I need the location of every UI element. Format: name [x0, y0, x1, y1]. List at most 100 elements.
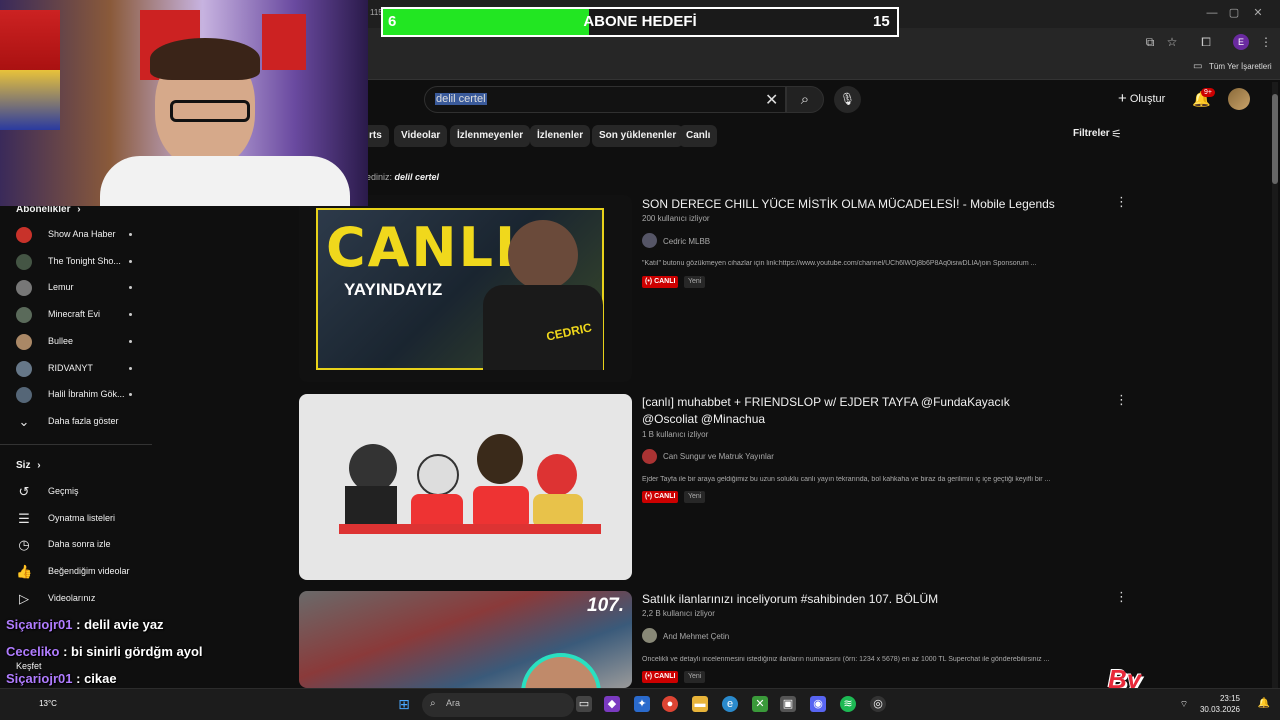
- history-icon: ↺: [18, 484, 30, 499]
- video-title-2[interactable]: [canlı] muhabbet + FRIENDSLOP w/ EJDER T…: [642, 394, 1062, 428]
- extensions-icon[interactable]: ⧠: [1198, 34, 1214, 50]
- playlist-icon: ☰: [18, 510, 30, 526]
- scrollbar-thumb[interactable]: [1272, 94, 1278, 184]
- account-avatar[interactable]: [1228, 88, 1250, 110]
- channel-avatar: [16, 307, 32, 324]
- windows-start-icon[interactable]: ⊞: [396, 696, 412, 712]
- sidebar-item-video[interactable]: ▷ Videolarınız: [16, 586, 156, 612]
- sidebar-item-clock[interactable]: ◷ Daha sonra izle: [16, 532, 156, 558]
- sidebar-subscription-item[interactable]: Lemur: [16, 275, 136, 301]
- sidebar-item-thumbs-up[interactable]: 👍 Beğendiğim videolar: [16, 559, 156, 585]
- voice-search-button[interactable]: 🎙: [834, 86, 861, 113]
- explore-heading[interactable]: Keşfet: [16, 661, 42, 671]
- channel-avatar-3[interactable]: [642, 628, 657, 643]
- chat-text: : bi sinirli gördğm ayol: [63, 644, 203, 659]
- new-content-dot: [129, 259, 132, 263]
- sidebar-subscription-item[interactable]: Show Ana Haber: [16, 222, 136, 248]
- spotify-icon[interactable]: ≋: [840, 696, 856, 712]
- channel-avatar-1[interactable]: [642, 233, 657, 248]
- menu-kebab-icon[interactable]: ⋮: [1258, 34, 1274, 50]
- clear-search-icon[interactable]: ✕: [765, 90, 778, 110]
- edge-icon[interactable]: e: [722, 696, 738, 712]
- chip-recently-uploaded[interactable]: Son yüklenenler: [592, 125, 684, 147]
- sidebar-subscription-item[interactable]: The Tonight Sho...: [16, 249, 136, 275]
- close-window-icon[interactable]: ✕: [1250, 6, 1266, 20]
- chrome-icon[interactable]: ●: [662, 696, 678, 712]
- app-icon[interactable]: ◆: [604, 696, 620, 712]
- chat-message: Ceceliko : bi sinirli gördğm ayol: [6, 644, 203, 659]
- star-icon[interactable]: ☆: [1164, 34, 1180, 50]
- goal-target-count: 15: [873, 13, 890, 30]
- sidebar-item-playlist[interactable]: ☰ Oynatma listeleri: [16, 506, 156, 532]
- chip-live[interactable]: Canlı: [679, 125, 718, 147]
- you-heading[interactable]: Siz ›: [16, 460, 41, 471]
- notifications-icon[interactable]: 🔔: [1256, 696, 1272, 712]
- sidebar-item-history[interactable]: ↺ Geçmiş: [16, 479, 156, 505]
- new-badge-1: Yeni: [684, 276, 706, 288]
- channel-avatar-2[interactable]: [642, 449, 657, 464]
- minimize-icon[interactable]: —: [1204, 6, 1220, 20]
- sidebar-subscription-item[interactable]: Bullee: [16, 329, 136, 355]
- search-input[interactable]: delil certel ✕: [424, 86, 786, 113]
- obs-icon[interactable]: ◎: [870, 696, 886, 712]
- xbox-icon[interactable]: ✕: [752, 696, 768, 712]
- channel-name-2[interactable]: Can Sungur ve Matruk Yayınlar: [663, 452, 774, 461]
- channel-avatar: [16, 333, 32, 350]
- clock-date[interactable]: 30.03.2026: [1188, 705, 1240, 714]
- video-more-icon[interactable]: ⋮: [1115, 589, 1128, 605]
- create-label: Oluştur: [1129, 93, 1166, 106]
- new-content-dot: [129, 313, 132, 317]
- clock-time[interactable]: 23:15: [1200, 694, 1240, 703]
- sidebar-subscription-item[interactable]: Halil İbrahim Gök...: [16, 382, 136, 408]
- video-title-3[interactable]: Satılık ilanlarınızı inceliyorum #sahibi…: [642, 591, 1062, 608]
- sidebar-subscription-item[interactable]: RIDVANYT: [16, 356, 136, 382]
- filters-sliders-icon[interactable]: ⚟: [1111, 127, 1122, 141]
- video-thumbnail-1[interactable]: CANLI YAYINDAYIZ CEDRIC: [299, 195, 632, 382]
- video-more-icon[interactable]: ⋮: [1115, 392, 1128, 408]
- copilot-icon[interactable]: ✦: [634, 696, 650, 712]
- search-button[interactable]: ⌕: [786, 86, 824, 113]
- discord-icon[interactable]: ◉: [810, 696, 826, 712]
- video-views-3: 2,2 B kullanıcı izliyor: [642, 609, 715, 618]
- video-views-2: 1 B kullanıcı izliyor: [642, 430, 709, 439]
- taskbar-search-box[interactable]: ⌕ Ara: [422, 693, 574, 717]
- show-more-button[interactable]: ⌄ Daha fazla göster: [16, 409, 156, 435]
- page-scrollbar[interactable]: [1272, 82, 1278, 688]
- chip-watched[interactable]: İzlenenler: [530, 125, 591, 147]
- profile-avatar[interactable]: E: [1233, 34, 1249, 50]
- search-hint-query[interactable]: delil certel: [395, 172, 440, 182]
- video-thumbnail-3[interactable]: 107.: [299, 591, 632, 688]
- file-explorer-icon[interactable]: ▬: [692, 696, 708, 712]
- store-icon[interactable]: ▣: [780, 696, 796, 712]
- you-title: Siz: [16, 460, 31, 471]
- cast-icon[interactable]: ⧉: [1142, 34, 1158, 50]
- maximize-icon[interactable]: ▢: [1226, 6, 1242, 20]
- video-title-1[interactable]: SON DERECE CHILL YÜCE MİSTİK OLMA MÜCADE…: [642, 196, 1062, 213]
- live-badge-1: (•) CANLI: [642, 276, 679, 288]
- channel-name-1[interactable]: Cedric MLBB: [663, 237, 710, 246]
- task-view-icon[interactable]: ▭: [576, 696, 592, 712]
- weather-widget[interactable]: 13°C: [28, 696, 68, 712]
- cartoon-head-2: [417, 454, 459, 496]
- chip-unwatched[interactable]: İzlenmeyenler: [450, 125, 531, 147]
- search-hint-prefix: ediniz:: [366, 172, 393, 182]
- cartoon-head-3: [477, 434, 523, 484]
- channel-name-3[interactable]: And Mehmet Çetin: [663, 632, 729, 641]
- all-bookmarks-link[interactable]: Tüm Yer İşaretleri: [1209, 62, 1272, 71]
- live-badge-label: CANLI: [654, 493, 676, 500]
- sidebar-subscription-item[interactable]: Minecraft Evi: [16, 302, 136, 328]
- chat-text: : delil avie yaz: [76, 617, 164, 632]
- chip-videos[interactable]: Videolar: [394, 125, 448, 147]
- create-button[interactable]: + Oluştur: [1118, 89, 1165, 109]
- new-content-dot: [129, 233, 132, 236]
- new-content-dot: [129, 366, 132, 370]
- video-more-icon[interactable]: ⋮: [1115, 194, 1128, 210]
- chat-message: Siçariojr01 : delil avie yaz: [6, 617, 164, 632]
- new-content-dot: [129, 393, 132, 397]
- channel-avatar: [16, 227, 32, 243]
- filters-button[interactable]: Filtreler: [1073, 128, 1110, 139]
- cartoon-body-4: [533, 494, 583, 528]
- video-thumbnail-2[interactable]: [299, 394, 632, 580]
- search-icon: ⌕: [800, 91, 810, 108]
- live-badge-2: (•) CANLI: [642, 491, 679, 503]
